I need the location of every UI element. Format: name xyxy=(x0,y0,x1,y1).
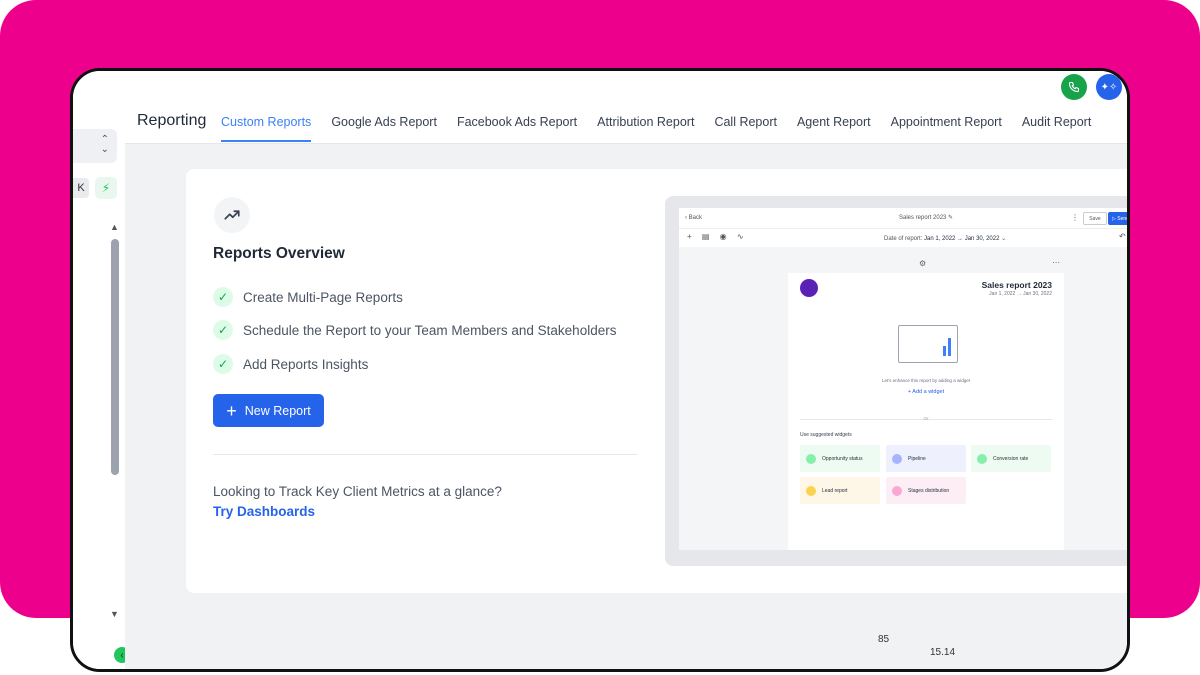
scroll-up-arrow-icon[interactable]: ▲ xyxy=(110,222,119,232)
phone-icon[interactable] xyxy=(1061,74,1087,100)
preview-back: ‹ Back xyxy=(685,215,703,221)
feature-item: ✓ Create Multi-Page Reports xyxy=(213,287,403,307)
preview-toolbar: + ▤ ◉ ∿ Date of report: Jan 1, 2022 → Ja… xyxy=(679,229,1127,247)
preview-page: Sales report 2023 Jan 1, 2022 → Jan 30, … xyxy=(788,273,1064,550)
top-navigation: Reporting Custom Reports Google Ads Repo… xyxy=(125,71,1127,144)
plus-icon: + xyxy=(226,400,237,421)
feature-text: Add Reports Insights xyxy=(243,356,369,372)
preview-or: Or xyxy=(923,416,929,421)
preview-report-title: Sales report 2023 ✎ xyxy=(899,215,954,221)
preview-add-widget: + Add a widget xyxy=(907,389,945,395)
preview-logo xyxy=(800,279,818,297)
tab-facebook-ads-report[interactable]: Facebook Ads Report xyxy=(457,115,577,142)
preview-chart-illustration xyxy=(898,325,958,363)
tab-audit-report[interactable]: Audit Report xyxy=(1022,115,1091,142)
widget-icon xyxy=(892,485,902,496)
dashboards-prompt: Looking to Track Key Client Metrics at a… xyxy=(213,484,502,499)
left-sidebar: ⌃ ⌄ K ⚡ ▲ ▼ ‹ xyxy=(73,71,130,669)
preview-settings-icon: ⚙ xyxy=(919,259,927,268)
preview-hint: Let's enhance this report by adding a wi… xyxy=(882,378,970,383)
feature-text: Create Multi-Page Reports xyxy=(243,289,403,305)
app-window: ⌃ ⌄ K ⚡ ▲ ▼ ‹ Reporting Custom Reports Go… xyxy=(70,68,1130,672)
location-selector[interactable]: ⌃ ⌄ xyxy=(73,129,117,163)
up-down-chevron-icon: ⌃ ⌄ xyxy=(100,134,109,155)
reports-overview-card: Reports Overview ✓ Create Multi-Page Rep… xyxy=(186,169,1127,593)
preview-undo-icon: ↶ xyxy=(1119,232,1126,241)
feature-text: Schedule the Report to your Team Members… xyxy=(243,322,617,338)
report-preview-image: ‹ Back Sales report 2023 ✎ ⋮ Save ▷ Send… xyxy=(665,196,1127,566)
quick-action-bolt-icon[interactable]: ⚡ xyxy=(95,177,117,199)
sidebar-scrollbar[interactable] xyxy=(111,239,119,475)
page-title: Reporting xyxy=(137,112,207,129)
tab-agent-report[interactable]: Agent Report xyxy=(797,115,871,142)
tab-appointment-report[interactable]: Appointment Report xyxy=(891,115,1002,142)
preview-suggested-label: Use suggested widgets xyxy=(800,432,852,438)
check-icon: ✓ xyxy=(213,287,233,307)
footer-number: 85 xyxy=(878,634,890,645)
preview-widget: Pipeline xyxy=(886,445,966,472)
tab-call-report[interactable]: Call Report xyxy=(714,115,777,142)
new-report-label: New Report xyxy=(244,403,311,418)
new-report-button[interactable]: + New Report xyxy=(213,394,324,427)
preview-widget: Stages distribution xyxy=(886,477,966,504)
preview-widget: Opportunity status xyxy=(800,445,880,472)
widget-icon xyxy=(806,453,816,464)
try-dashboards-link[interactable]: Try Dashboards xyxy=(213,504,315,519)
overview-title: Reports Overview xyxy=(213,245,345,262)
preview-tool-icons: + ▤ ◉ ∿ xyxy=(687,232,748,241)
report-tabs: Custom Reports Google Ads Report Faceboo… xyxy=(221,115,1111,142)
footer-number: 15.14 xyxy=(930,647,956,658)
check-icon: ✓ xyxy=(213,354,233,374)
preview-page-title: Sales report 2023 xyxy=(981,280,1052,290)
main-area: Reporting Custom Reports Google Ads Repo… xyxy=(125,71,1127,669)
preview-more-icon: ⋯ xyxy=(1052,258,1060,267)
preview-page-date: Jan 1, 2022 → Jan 30, 2022 xyxy=(989,291,1052,297)
widget-icon xyxy=(806,485,816,496)
trending-up-icon xyxy=(214,197,250,233)
feature-item: ✓ Add Reports Insights xyxy=(213,354,368,374)
tab-google-ads-report[interactable]: Google Ads Report xyxy=(331,115,437,142)
preview-widget: Lead report xyxy=(800,477,880,504)
feature-item: ✓ Schedule the Report to your Team Membe… xyxy=(213,320,616,340)
widget-icon xyxy=(892,453,902,464)
preview-editor: ‹ Back Sales report 2023 ✎ ⋮ Save ▷ Send… xyxy=(679,208,1127,550)
sparkle-icon[interactable]: ✦✧ xyxy=(1096,74,1122,100)
check-icon: ✓ xyxy=(213,320,233,340)
preview-widget: Conversion rate xyxy=(971,445,1051,472)
preview-date: Date of report: Jan 1, 2022 → Jan 30, 20… xyxy=(884,236,1007,242)
widget-icon xyxy=(977,453,987,464)
divider xyxy=(213,454,637,455)
preview-header: ‹ Back Sales report 2023 ✎ ⋮ Save ▷ Send xyxy=(679,208,1127,229)
preview-save: Save xyxy=(1083,212,1107,225)
preview-more-icon: ⋮ xyxy=(1071,213,1079,222)
tab-custom-reports[interactable]: Custom Reports xyxy=(221,115,312,142)
scroll-down-arrow-icon[interactable]: ▼ xyxy=(110,609,119,619)
keyboard-shortcut-badge: K xyxy=(73,178,89,198)
tab-attribution-report[interactable]: Attribution Report xyxy=(597,115,694,142)
preview-send: ▷ Send xyxy=(1108,212,1127,225)
